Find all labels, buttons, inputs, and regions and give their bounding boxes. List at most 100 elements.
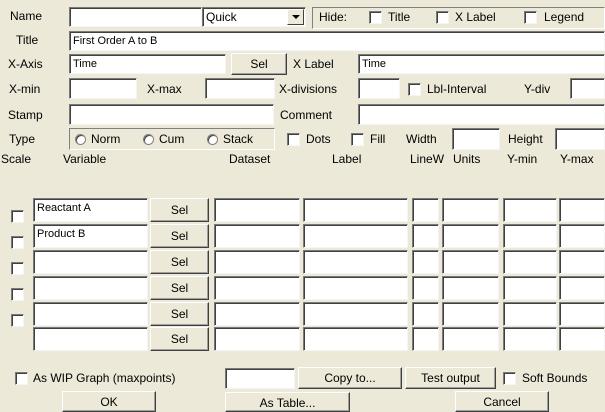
variable-input[interactable]	[33, 250, 148, 274]
type-cum-label: Cum	[159, 132, 185, 146]
ydiv-input[interactable]	[570, 78, 605, 99]
col-header-units: Units	[453, 152, 481, 166]
scale-checkbox[interactable]	[11, 288, 24, 301]
ymin-input[interactable]	[503, 224, 557, 248]
ymin-input[interactable]	[503, 250, 557, 274]
title-input[interactable]: First Order A to B	[69, 31, 605, 51]
ymin-input[interactable]	[503, 276, 557, 300]
xmin-input[interactable]	[69, 78, 137, 99]
variable-input[interactable]: Reactant A	[33, 198, 148, 222]
dataset-input[interactable]	[214, 224, 300, 248]
units-input[interactable]	[442, 198, 499, 222]
mode-dropdown-button[interactable]	[287, 9, 304, 25]
lblinterval-checkbox[interactable]	[408, 83, 421, 96]
ymin-input[interactable]	[503, 198, 557, 222]
xmin-label: X-min	[9, 82, 41, 96]
type-stack-label: Stack	[223, 132, 254, 146]
dataset-input[interactable]	[214, 276, 300, 300]
variable-sel-button[interactable]: Sel	[150, 224, 209, 248]
soft-bounds-checkbox[interactable]	[503, 372, 516, 385]
variable-sel-button[interactable]: Sel	[150, 327, 209, 351]
label-input[interactable]	[303, 327, 408, 351]
variable-sel-button[interactable]: Sel	[150, 302, 209, 326]
ymin-input[interactable]	[503, 327, 557, 351]
label-input[interactable]	[303, 198, 408, 222]
dataset-input[interactable]	[214, 302, 300, 326]
width-input[interactable]	[452, 128, 500, 150]
variable-input[interactable]	[33, 302, 148, 326]
col-header-variable: Variable	[63, 152, 107, 166]
type-cum-radio[interactable]	[143, 134, 154, 145]
scale-checkbox[interactable]	[11, 314, 24, 327]
dataset-input[interactable]	[214, 250, 300, 274]
linew-input[interactable]	[412, 198, 439, 222]
fill-label: Fill	[370, 132, 386, 146]
scale-checkbox[interactable]	[11, 210, 24, 223]
hide-label: Hide:	[319, 10, 348, 24]
ymax-input[interactable]	[559, 276, 605, 300]
variable-sel-button[interactable]: Sel	[150, 250, 209, 274]
comment-input[interactable]	[358, 104, 605, 125]
xlabel-input[interactable]: Time	[358, 54, 605, 74]
dots-checkbox[interactable]	[287, 133, 300, 146]
linew-input[interactable]	[412, 250, 439, 274]
chevron-down-icon	[292, 15, 300, 19]
type-stack-radio[interactable]	[207, 134, 218, 145]
units-input[interactable]	[442, 302, 499, 326]
type-norm-radio[interactable]	[75, 134, 86, 145]
hide-title-checkbox[interactable]	[369, 11, 382, 24]
ymax-input[interactable]	[559, 198, 605, 222]
xaxis-label: X-Axis	[8, 57, 43, 71]
copy-to-button[interactable]: Copy to...	[298, 367, 402, 389]
linew-input[interactable]	[412, 224, 439, 248]
wip-graph-checkbox[interactable]	[15, 372, 28, 385]
xaxis-sel-button[interactable]: Sel	[231, 53, 287, 75]
label-input[interactable]	[303, 250, 408, 274]
scale-checkbox[interactable]	[11, 236, 24, 249]
linew-input[interactable]	[412, 327, 439, 351]
ymax-input[interactable]	[559, 224, 605, 248]
label-input[interactable]	[303, 276, 408, 300]
xaxis-input[interactable]: Time	[69, 54, 226, 74]
cancel-button[interactable]: Cancel	[455, 391, 549, 412]
fill-checkbox[interactable]	[351, 133, 364, 146]
variable-input[interactable]	[33, 276, 148, 300]
as-table-button[interactable]: As Table...	[225, 392, 350, 412]
scale-checkbox[interactable]	[11, 262, 24, 275]
name-input[interactable]	[69, 7, 202, 27]
variable-input[interactable]: Product B	[33, 224, 148, 248]
linew-input[interactable]	[412, 276, 439, 300]
hide-legend-checkbox[interactable]	[524, 11, 537, 24]
ymax-input[interactable]	[559, 302, 605, 326]
xmax-input[interactable]	[205, 78, 275, 99]
variable-input[interactable]	[33, 327, 148, 351]
ymin-input[interactable]	[503, 302, 557, 326]
units-input[interactable]	[442, 276, 499, 300]
label-input[interactable]	[303, 302, 408, 326]
dots-label: Dots	[306, 132, 331, 146]
variable-sel-button[interactable]: Sel	[150, 198, 209, 222]
ymax-input[interactable]	[559, 250, 605, 274]
hide-xlabel-checkbox[interactable]	[436, 11, 449, 24]
col-header-ymax: Y-max	[560, 152, 594, 166]
test-output-button[interactable]: Test output	[405, 367, 496, 389]
dataset-input[interactable]	[214, 327, 300, 351]
ymax-input[interactable]	[559, 327, 605, 351]
col-header-label: Label	[332, 152, 362, 166]
ydiv-label: Y-div	[524, 82, 551, 96]
xlabel-label: X Label	[293, 57, 334, 71]
ok-button[interactable]: OK	[62, 391, 156, 412]
height-input[interactable]	[555, 128, 605, 150]
wip-maxpoints-input[interactable]	[225, 368, 295, 389]
units-input[interactable]	[442, 224, 499, 248]
wip-graph-label: As WIP Graph (maxpoints)	[33, 371, 176, 385]
variable-sel-button[interactable]: Sel	[150, 276, 209, 300]
col-header-linew: LineW	[410, 152, 445, 166]
label-input[interactable]	[303, 224, 408, 248]
dataset-input[interactable]	[214, 198, 300, 222]
xdivisions-input[interactable]	[358, 78, 400, 99]
units-input[interactable]	[442, 250, 499, 274]
units-input[interactable]	[442, 327, 499, 351]
linew-input[interactable]	[412, 302, 439, 326]
stamp-input[interactable]	[69, 104, 274, 125]
